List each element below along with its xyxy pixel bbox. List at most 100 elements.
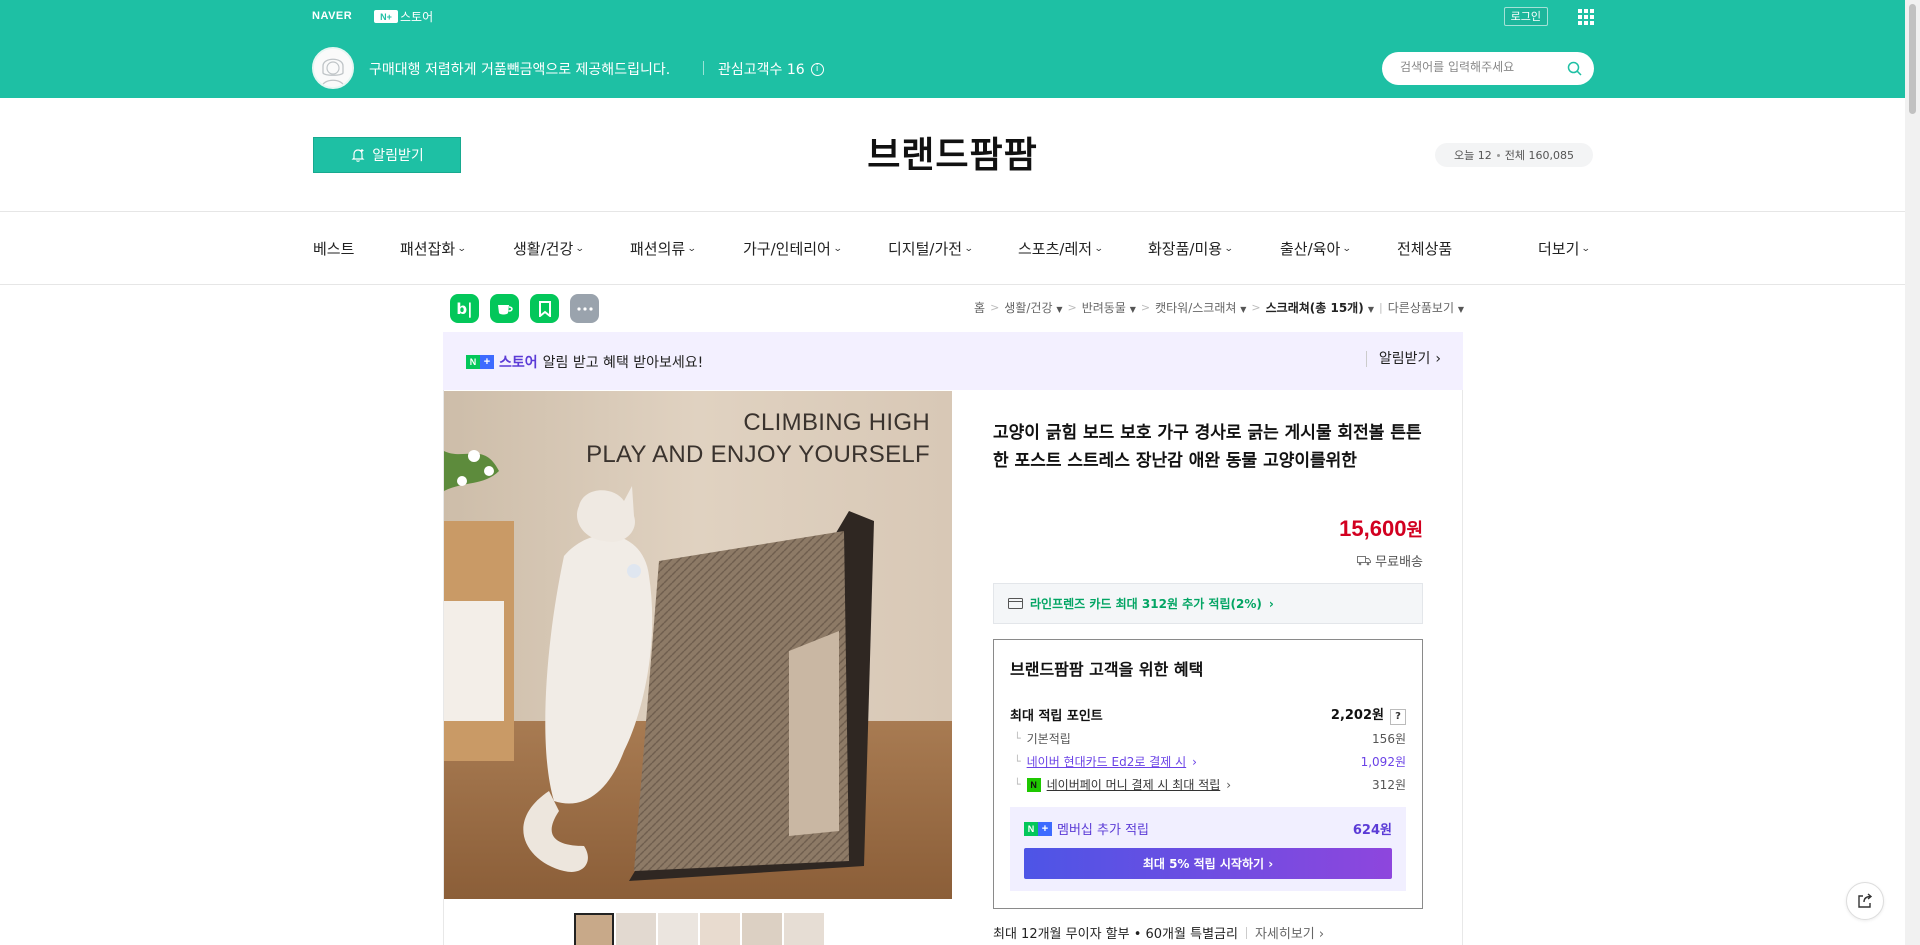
nplus-store-link[interactable]: N+ 스토어: [374, 8, 433, 25]
chevron-right-icon: ›: [1192, 754, 1197, 769]
customer-benefit-box: 브랜드팜팜 고객을 위한 혜택 최대 적립 포인트 2,202원? └ 기본적립 …: [993, 639, 1423, 909]
chevron-down-icon: ⌄: [1223, 243, 1234, 254]
thumbnail-6[interactable]: [784, 913, 824, 945]
max-points-value: 2,202원: [1330, 708, 1384, 723]
card-benefit-banner[interactable]: 라인프렌즈 카드 최대 312원 추가 적립(2%) ›: [993, 583, 1423, 624]
page-scrollbar[interactable]: [1905, 0, 1920, 945]
npay-money-row[interactable]: └ N 네이버페이 머니 결제 시 최대 적립 › 312원: [1010, 776, 1406, 793]
search-box[interactable]: [1382, 52, 1594, 85]
nav-item-living-health[interactable]: 생활/건강 ⌄: [513, 238, 585, 259]
membership-row: N + 멤버십 추가 적립 624원: [1024, 819, 1392, 838]
nav-item-fashion-clothing[interactable]: 패션의류 ⌄: [630, 238, 697, 259]
caret-down-icon: ▼: [1056, 305, 1063, 314]
hyundai-card-link[interactable]: 네이버 현대카드 Ed2로 결제 시: [1027, 753, 1187, 770]
chevron-down-icon: ⌄: [575, 243, 585, 254]
price-unit: 원: [1406, 520, 1423, 540]
chevron-down-icon: ⌄: [1342, 243, 1352, 254]
price-value: 15,600: [1339, 516, 1407, 541]
nav-item-more[interactable]: 더보기 ⌄: [1538, 238, 1591, 259]
breadcrumb: 홈 > 생활/건강 ▼ > 반려동물 ▼ > 캣타워/스크래쳐 ▼ > 스크래쳐…: [974, 299, 1464, 316]
apps-grid-icon[interactable]: [1578, 9, 1594, 25]
global-header: NAVER N+ 스토어 로그인: [312, 7, 1594, 27]
chevron-down-icon: ⌄: [1093, 243, 1104, 254]
nav-item-beauty[interactable]: 화장품/미용 ⌄: [1148, 238, 1234, 259]
chevron-down-icon: ⌄: [687, 243, 697, 254]
thumbnail-4[interactable]: [700, 913, 740, 945]
npay-money-value: 312원: [1372, 778, 1406, 792]
nav-item-baby[interactable]: 출산/육아 ⌄: [1280, 238, 1352, 259]
nplus-store-label: 스토어: [400, 10, 434, 24]
other-products-dropdown[interactable]: 다른상품보기 ▼: [1388, 299, 1464, 316]
sub-item-corner-icon: └: [1014, 755, 1021, 768]
hyundai-card-row[interactable]: └ 네이버 현대카드 Ed2로 결제 시 › 1,092원: [1010, 753, 1406, 770]
more-dots-icon[interactable]: [570, 294, 599, 323]
divider: [1245, 926, 1247, 939]
nav-item-fashion-goods[interactable]: 패션잡화 ⌄: [400, 238, 467, 259]
naver-logo[interactable]: NAVER: [312, 10, 352, 22]
store-avatar[interactable]: [312, 47, 354, 89]
nplus-badge-icon: N +: [1024, 821, 1052, 836]
info-icon[interactable]: i: [810, 62, 824, 76]
npay-money-link[interactable]: 네이버페이 머니 결제 시 최대 적립: [1047, 776, 1221, 793]
breadcrumb-pets[interactable]: 반려동물 ▼: [1082, 299, 1136, 316]
breadcrumb-cat-tower[interactable]: 캣타워/스크래쳐 ▼: [1155, 299, 1246, 316]
caret-down-icon: ▼: [1367, 305, 1375, 314]
login-button[interactable]: 로그인: [1503, 7, 1548, 26]
chevron-right-icon: >: [1067, 301, 1077, 314]
chevron-right-icon: ›: [1268, 856, 1274, 871]
search-icon[interactable]: [1567, 61, 1582, 76]
membership-start-button[interactable]: 최대 5% 적립 시작하기 ›: [1024, 848, 1392, 879]
thumbnail-1[interactable]: [574, 913, 614, 945]
nav-label: 베스트: [313, 240, 355, 258]
breadcrumb-home[interactable]: 홈: [974, 299, 985, 316]
blog-icon[interactable]: [530, 294, 559, 323]
thumbnail-3[interactable]: [658, 913, 698, 945]
product-title: 고양이 긁힘 보드 보호 가구 경사로 긁는 게시물 회전볼 튼튼한 포스트 스…: [993, 423, 1422, 471]
membership-button-label: 최대 5% 적립 시작하기: [1142, 857, 1265, 871]
installment-text: 최대 12개월 무이자 할부 • 60개월 특별금리: [993, 927, 1238, 942]
scrollbar-thumb[interactable]: [1909, 4, 1916, 114]
share-button[interactable]: [1846, 882, 1884, 920]
nav-item-furniture[interactable]: 가구/인테리어 ⌄: [743, 238, 843, 259]
nplus-logo-icon: N+: [374, 10, 398, 23]
sub-item-corner-icon: └: [1014, 732, 1021, 745]
promo-message: 알림 받고 혜택 받아보세요!: [542, 355, 704, 371]
thumbnail-5[interactable]: [742, 913, 782, 945]
store-brand-title[interactable]: 브랜드팜팜: [0, 126, 1905, 178]
product-main-image[interactable]: CLIMBING HIGH PLAY AND ENJOY YOURSELF: [444, 391, 952, 899]
installment-details-link[interactable]: 자세히보기 ›: [1255, 923, 1324, 942]
chevron-down-icon: ⌄: [457, 243, 467, 254]
npay-icon: N: [1026, 777, 1041, 792]
caret-down-icon: ▼: [1240, 305, 1247, 314]
promo-alarm-link[interactable]: 알림받기 ›: [1365, 351, 1441, 367]
nav-item-sports[interactable]: 스포츠/레저 ⌄: [1018, 238, 1104, 259]
breadcrumb-label: 스크래쳐(총 15개): [1265, 301, 1364, 315]
band-icon[interactable]: b|: [450, 294, 479, 323]
membership-value: 624원: [1352, 823, 1392, 838]
image-caption-1: CLIMBING HIGH: [743, 409, 930, 436]
caret-down-icon: ▼: [1457, 305, 1464, 314]
interest-customers: 관심고객수 16 i: [718, 59, 824, 79]
interest-count: 관심고객수 16: [718, 62, 805, 78]
nav-label: 가구/인테리어: [743, 240, 831, 258]
cafe-icon[interactable]: [490, 294, 519, 323]
chevron-right-icon: >: [990, 301, 1000, 314]
breadcrumb-living-health[interactable]: 생활/건강 ▼: [1004, 299, 1062, 316]
sub-item-corner-icon: └: [1014, 778, 1021, 791]
nav-item-best[interactable]: 베스트: [313, 238, 354, 259]
breadcrumb-label: 생활/건강: [1004, 301, 1053, 315]
benefit-title: 브랜드팜팜 고객을 위한 혜택: [1010, 660, 1204, 679]
thumbnail-2[interactable]: [616, 913, 656, 945]
chevron-right-icon: >: [1140, 301, 1151, 314]
nav-label: 생활/건강: [513, 240, 574, 258]
nav-item-digital[interactable]: 디지털/가전 ⌄: [888, 238, 974, 259]
nav-item-all-products[interactable]: 전체상품: [1397, 238, 1452, 259]
breadcrumb-scratcher[interactable]: 스크래쳐(총 15개) ▼: [1266, 299, 1374, 316]
nav-label: 더보기: [1538, 240, 1580, 258]
promo-alarm-label: 알림받기: [1378, 351, 1431, 367]
search-input[interactable]: [1400, 60, 1560, 74]
promo-store-label: 스토어: [499, 355, 538, 371]
nav-label: 스포츠/레저: [1018, 240, 1093, 258]
help-icon[interactable]: ?: [1390, 709, 1406, 725]
chevron-down-icon: ⌄: [963, 243, 974, 254]
